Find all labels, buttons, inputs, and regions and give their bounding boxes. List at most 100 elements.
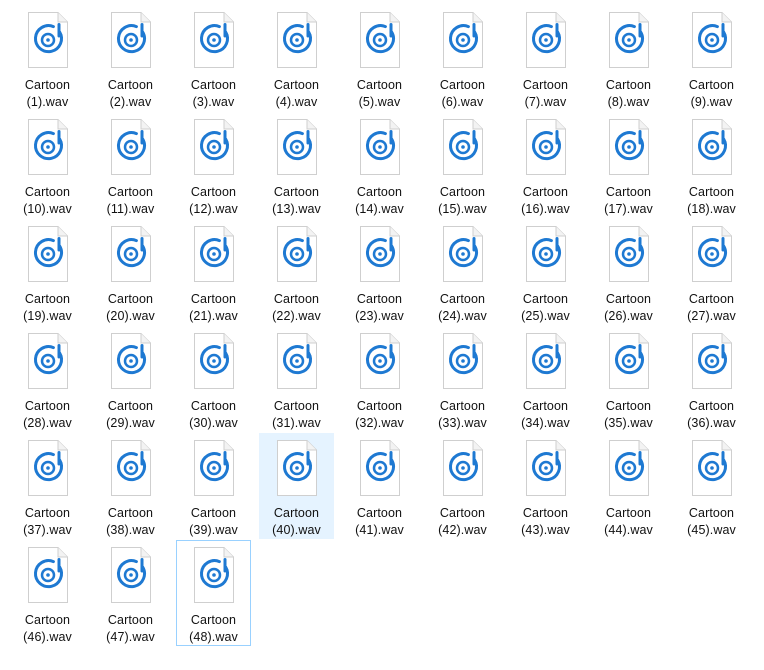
- file-item[interactable]: Cartoon (38).wav: [93, 433, 168, 539]
- file-item[interactable]: Cartoon (10).wav: [10, 112, 85, 218]
- file-name-label: Cartoon (41).wav: [343, 505, 416, 539]
- file-name-line1: Cartoon: [24, 292, 71, 306]
- file-name-label: Cartoon (4).wav: [260, 77, 333, 111]
- file-item[interactable]: Cartoon (20).wav: [93, 219, 168, 325]
- file-name-label: Cartoon (39).wav: [177, 505, 250, 539]
- file-item[interactable]: Cartoon (25).wav: [508, 219, 583, 325]
- file-name-line1: Cartoon: [273, 292, 320, 306]
- file-item[interactable]: Cartoon (47).wav: [93, 540, 168, 646]
- file-name-label: Cartoon (40).wav: [260, 505, 333, 539]
- file-item[interactable]: Cartoon (15).wav: [425, 112, 500, 218]
- file-name-line2: (3).wav: [192, 95, 235, 109]
- file-name-line1: Cartoon: [190, 613, 237, 627]
- audio-file-icon: [28, 333, 68, 389]
- file-item[interactable]: Cartoon (32).wav: [342, 326, 417, 432]
- file-name-line2: (32).wav: [355, 416, 404, 430]
- file-item[interactable]: Cartoon (11).wav: [93, 112, 168, 218]
- audio-file-icon: [526, 119, 566, 175]
- file-name-line2: (45).wav: [687, 523, 736, 537]
- file-name-line1: Cartoon: [605, 292, 652, 306]
- file-item[interactable]: Cartoon (41).wav: [342, 433, 417, 539]
- file-name-line1: Cartoon: [605, 399, 652, 413]
- file-item[interactable]: Cartoon (6).wav: [425, 5, 500, 111]
- file-item[interactable]: Cartoon (17).wav: [591, 112, 666, 218]
- audio-file-icon: [194, 119, 234, 175]
- audio-file-icon: [526, 440, 566, 496]
- file-item[interactable]: Cartoon (5).wav: [342, 5, 417, 111]
- file-item[interactable]: Cartoon (4).wav: [259, 5, 334, 111]
- file-item[interactable]: Cartoon (30).wav: [176, 326, 251, 432]
- file-name-line2: (33).wav: [438, 416, 487, 430]
- file-item[interactable]: Cartoon (18).wav: [674, 112, 749, 218]
- file-name-line2: (40).wav: [272, 523, 321, 537]
- file-item[interactable]: Cartoon (1).wav: [10, 5, 85, 111]
- audio-file-icon: [28, 440, 68, 496]
- file-item[interactable]: Cartoon (26).wav: [591, 219, 666, 325]
- file-item[interactable]: Cartoon (40).wav: [259, 433, 334, 539]
- file-name-label: Cartoon (42).wav: [426, 505, 499, 539]
- file-item[interactable]: Cartoon (37).wav: [10, 433, 85, 539]
- file-name-label: Cartoon (32).wav: [343, 398, 416, 432]
- audio-file-icon: [28, 547, 68, 603]
- file-item[interactable]: Cartoon (27).wav: [674, 219, 749, 325]
- file-name-label: Cartoon (33).wav: [426, 398, 499, 432]
- file-name-label: Cartoon (23).wav: [343, 291, 416, 325]
- file-item[interactable]: Cartoon (16).wav: [508, 112, 583, 218]
- file-item[interactable]: Cartoon (35).wav: [591, 326, 666, 432]
- file-item[interactable]: Cartoon (42).wav: [425, 433, 500, 539]
- audio-file-icon: [277, 333, 317, 389]
- file-item[interactable]: Cartoon (36).wav: [674, 326, 749, 432]
- audio-file-icon: [526, 12, 566, 68]
- file-name-line2: (34).wav: [521, 416, 570, 430]
- file-item[interactable]: Cartoon (8).wav: [591, 5, 666, 111]
- file-item[interactable]: Cartoon (43).wav: [508, 433, 583, 539]
- file-item[interactable]: Cartoon (2).wav: [93, 5, 168, 111]
- file-name-line2: (22).wav: [272, 309, 321, 323]
- file-name-line1: Cartoon: [190, 292, 237, 306]
- file-item[interactable]: Cartoon (14).wav: [342, 112, 417, 218]
- file-item[interactable]: Cartoon (3).wav: [176, 5, 251, 111]
- file-name-line2: (21).wav: [189, 309, 238, 323]
- file-item[interactable]: Cartoon (9).wav: [674, 5, 749, 111]
- file-item[interactable]: Cartoon (39).wav: [176, 433, 251, 539]
- file-name-line2: (26).wav: [604, 309, 653, 323]
- file-name-line2: (35).wav: [604, 416, 653, 430]
- file-name-label: Cartoon (13).wav: [260, 184, 333, 218]
- file-name-label: Cartoon (27).wav: [675, 291, 748, 325]
- audio-file-icon: [111, 440, 151, 496]
- file-name-label: Cartoon (18).wav: [675, 184, 748, 218]
- file-name-label: Cartoon (29).wav: [94, 398, 167, 432]
- file-item[interactable]: Cartoon (19).wav: [10, 219, 85, 325]
- file-item[interactable]: Cartoon (13).wav: [259, 112, 334, 218]
- file-item[interactable]: Cartoon (33).wav: [425, 326, 500, 432]
- file-name-label: Cartoon (30).wav: [177, 398, 250, 432]
- file-name-line2: (37).wav: [23, 523, 72, 537]
- file-item[interactable]: Cartoon (31).wav: [259, 326, 334, 432]
- file-item[interactable]: Cartoon (22).wav: [259, 219, 334, 325]
- file-name-label: Cartoon (14).wav: [343, 184, 416, 218]
- file-item[interactable]: Cartoon (7).wav: [508, 5, 583, 111]
- file-item[interactable]: Cartoon (24).wav: [425, 219, 500, 325]
- file-name-line1: Cartoon: [273, 506, 320, 520]
- file-item[interactable]: Cartoon (45).wav: [674, 433, 749, 539]
- file-item[interactable]: Cartoon (23).wav: [342, 219, 417, 325]
- file-item[interactable]: Cartoon (34).wav: [508, 326, 583, 432]
- file-item[interactable]: Cartoon (48).wav: [176, 540, 251, 646]
- file-item[interactable]: Cartoon (46).wav: [10, 540, 85, 646]
- audio-file-icon: [609, 333, 649, 389]
- audio-file-icon: [692, 333, 732, 389]
- file-name-line2: (30).wav: [189, 416, 238, 430]
- file-item[interactable]: Cartoon (29).wav: [93, 326, 168, 432]
- file-name-label: Cartoon (19).wav: [11, 291, 84, 325]
- file-item[interactable]: Cartoon (21).wav: [176, 219, 251, 325]
- file-name-label: Cartoon (36).wav: [675, 398, 748, 432]
- file-name-line2: (15).wav: [438, 202, 487, 216]
- file-item[interactable]: Cartoon (44).wav: [591, 433, 666, 539]
- file-item[interactable]: Cartoon (28).wav: [10, 326, 85, 432]
- file-name-line2: (41).wav: [355, 523, 404, 537]
- file-name-line1: Cartoon: [439, 292, 486, 306]
- file-item[interactable]: Cartoon (12).wav: [176, 112, 251, 218]
- audio-file-icon: [28, 226, 68, 282]
- audio-file-icon: [360, 12, 400, 68]
- file-name-line1: Cartoon: [190, 506, 237, 520]
